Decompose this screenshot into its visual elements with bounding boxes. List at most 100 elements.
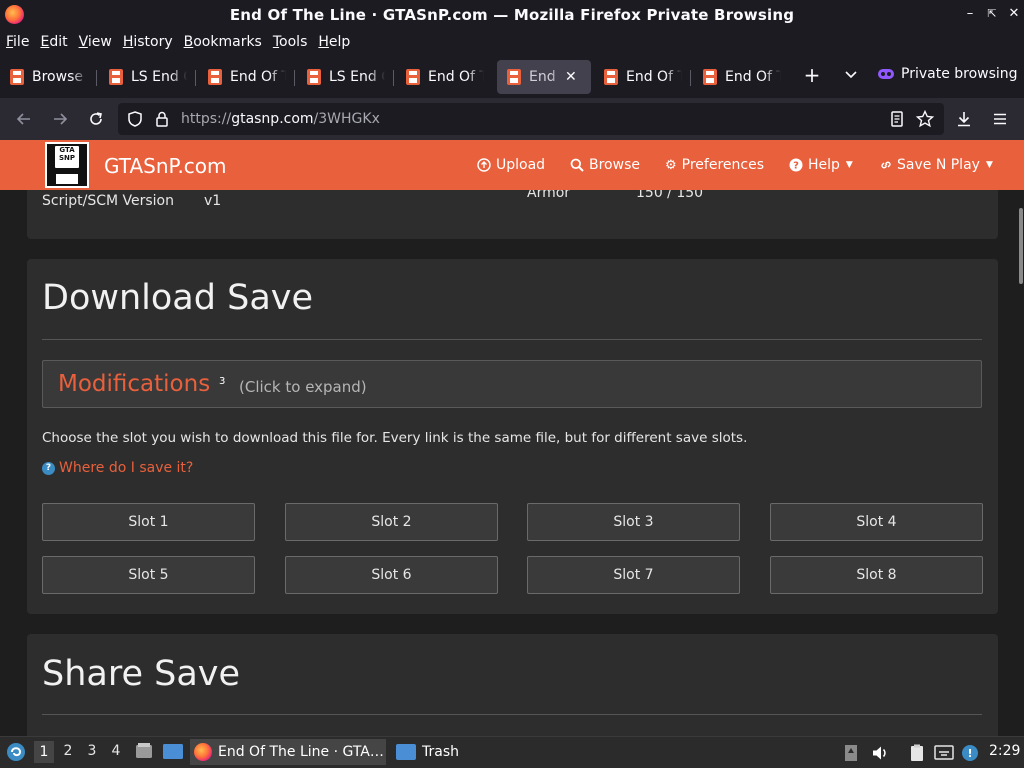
hamburger-menu-icon[interactable] [990, 109, 1010, 129]
start-menu-icon[interactable] [5, 741, 27, 763]
floppy-favicon-icon [10, 69, 24, 85]
workspace-4-button[interactable]: 4 [106, 743, 126, 759]
nav-help-label: Help [808, 157, 840, 173]
browser-tab[interactable]: End Of The Line [198, 60, 292, 94]
tab-separator [393, 70, 394, 86]
clipboard-icon[interactable] [907, 744, 927, 762]
link-icon [881, 161, 891, 169]
volume-icon[interactable] [871, 744, 889, 762]
menu-item-bookmarks[interactable]: Bookmarks [184, 34, 262, 50]
reader-view-icon[interactable] [887, 109, 907, 129]
folder-icon [396, 744, 416, 760]
download-slot-5-button[interactable]: Slot 5 [42, 556, 255, 594]
menu-item-file[interactable]: File [6, 34, 29, 50]
firefox-icon [5, 5, 24, 24]
where-to-save-link[interactable]: ? Where do I save it? [42, 460, 193, 476]
nav-upload[interactable]: Upload [477, 157, 545, 173]
taskbar-clock[interactable]: 2:29 [989, 743, 1020, 759]
browser-tab[interactable]: End Of The Line✕ [497, 60, 591, 94]
menu-item-help[interactable]: Help [318, 34, 350, 50]
network-icon[interactable] [934, 744, 954, 762]
scrollbar-thumb[interactable] [1019, 208, 1023, 284]
workspace-2-button[interactable]: 2 [58, 743, 78, 759]
maximize-icon[interactable]: ⇱ [984, 6, 1000, 22]
url-text[interactable]: https://gtasnp.com/3WHGKx [181, 111, 380, 127]
download-slot-1-button[interactable]: Slot 1 [42, 503, 255, 541]
chevron-down-icon: ▼ [845, 160, 853, 170]
downloads-icon[interactable] [954, 109, 974, 129]
download-slot-4-button[interactable]: Slot 4 [770, 503, 983, 541]
download-slot-2-button[interactable]: Slot 2 [285, 503, 498, 541]
taskbar-item-firefox[interactable]: End Of The Line · GTA… [190, 739, 386, 765]
browser-tab[interactable]: Browse [0, 60, 94, 94]
download-slot-7-button[interactable]: Slot 7 [527, 556, 740, 594]
lock-icon[interactable] [152, 109, 172, 129]
modifications-count-badge: 3 [219, 376, 226, 387]
show-desktop-icon[interactable] [162, 742, 184, 762]
download-slot-3-button[interactable]: Slot 3 [527, 503, 740, 541]
download-slot-6-button[interactable]: Slot 6 [285, 556, 498, 594]
tab-label: End Of The Line [725, 69, 781, 85]
site-logo[interactable]: GTA SNP [45, 142, 89, 188]
window-title: End Of The Line · GTASnP.com — Mozilla F… [229, 6, 795, 24]
file-manager-icon[interactable] [134, 741, 154, 761]
site-brand[interactable]: GTASnP.com [104, 154, 227, 178]
workspace-3-button[interactable]: 3 [82, 743, 102, 759]
menu-item-edit[interactable]: Edit [40, 34, 67, 50]
close-icon[interactable]: ✕ [1006, 6, 1022, 22]
nav-help[interactable]: ? Help ▼ [789, 157, 853, 173]
menu-bar: File Edit View History Bookmarks Tools Help [0, 30, 1024, 54]
nav-upload-label: Upload [496, 157, 546, 173]
help-icon: ? [789, 158, 803, 172]
question-icon: ? [42, 461, 55, 475]
svg-text:!: ! [967, 747, 972, 760]
nav-save-n-play[interactable]: Save N Play ▼ [879, 157, 993, 173]
reload-icon[interactable] [86, 109, 106, 129]
download-slot-8-button[interactable]: Slot 8 [770, 556, 983, 594]
tab-close-icon[interactable]: ✕ [565, 69, 577, 85]
nav-preferences[interactable]: ⚙ Preferences [665, 157, 764, 173]
stat-armor-value: 150 / 150 [636, 190, 704, 201]
tracking-shield-icon[interactable] [125, 109, 145, 129]
notifications-icon[interactable]: ! [961, 744, 979, 762]
back-arrow-icon[interactable] [14, 109, 34, 129]
logo-floppy-slot [56, 174, 78, 184]
menu-item-tools[interactable]: Tools [273, 34, 308, 50]
share-save-heading: Share Save [42, 654, 241, 694]
tab-label: End Of The Line [428, 69, 484, 85]
browser-tab[interactable]: End Of The Line [594, 60, 688, 94]
browser-tab[interactable]: LS End Of The Line [297, 60, 391, 94]
tab-separator [690, 70, 691, 86]
menu-item-history[interactable]: History [123, 34, 173, 50]
divider [42, 714, 982, 715]
search-icon [570, 158, 584, 172]
forward-arrow-icon[interactable] [50, 109, 70, 129]
browser-tab[interactable]: End Of The Line [693, 60, 787, 94]
private-browsing-label: Private browsing [901, 66, 1018, 82]
nav-preferences-label: Preferences [681, 157, 764, 173]
taskbar-item-label: End Of The Line · GTA… [218, 744, 384, 760]
workspace-1-button[interactable]: 1 [34, 741, 54, 763]
floppy-favicon-icon [307, 69, 321, 85]
taskbar-item-trash[interactable]: Trash [392, 739, 472, 765]
floppy-favicon-icon [406, 69, 420, 85]
bookmark-star-icon[interactable] [915, 109, 935, 129]
tab-list-chevron-icon[interactable] [843, 66, 859, 84]
tab-label: LS End Of The Line [131, 69, 187, 85]
browser-tab[interactable]: LS End Of The Line [99, 60, 193, 94]
modifications-accordion[interactable]: Modifications 3 (Click to expand) [42, 360, 982, 408]
floppy-favicon-icon [604, 69, 618, 85]
browser-tab[interactable]: End Of The Line [396, 60, 490, 94]
svg-text:?: ? [793, 161, 799, 172]
tab-label: End Of The Line [626, 69, 682, 85]
updates-icon[interactable] [843, 744, 859, 762]
menu-item-view[interactable]: View [79, 34, 112, 50]
minimize-icon[interactable]: – [962, 6, 978, 22]
modifications-expand-hint: (Click to expand) [239, 378, 367, 396]
private-mask-icon [878, 69, 894, 79]
nav-browse[interactable]: Browse [570, 157, 640, 173]
new-tab-button[interactable]: + [803, 64, 821, 86]
where-to-save-label[interactable]: Where do I save it? [59, 460, 193, 476]
tab-separator [96, 70, 97, 86]
slot-instructions: Choose the slot you wish to download thi… [42, 430, 748, 446]
